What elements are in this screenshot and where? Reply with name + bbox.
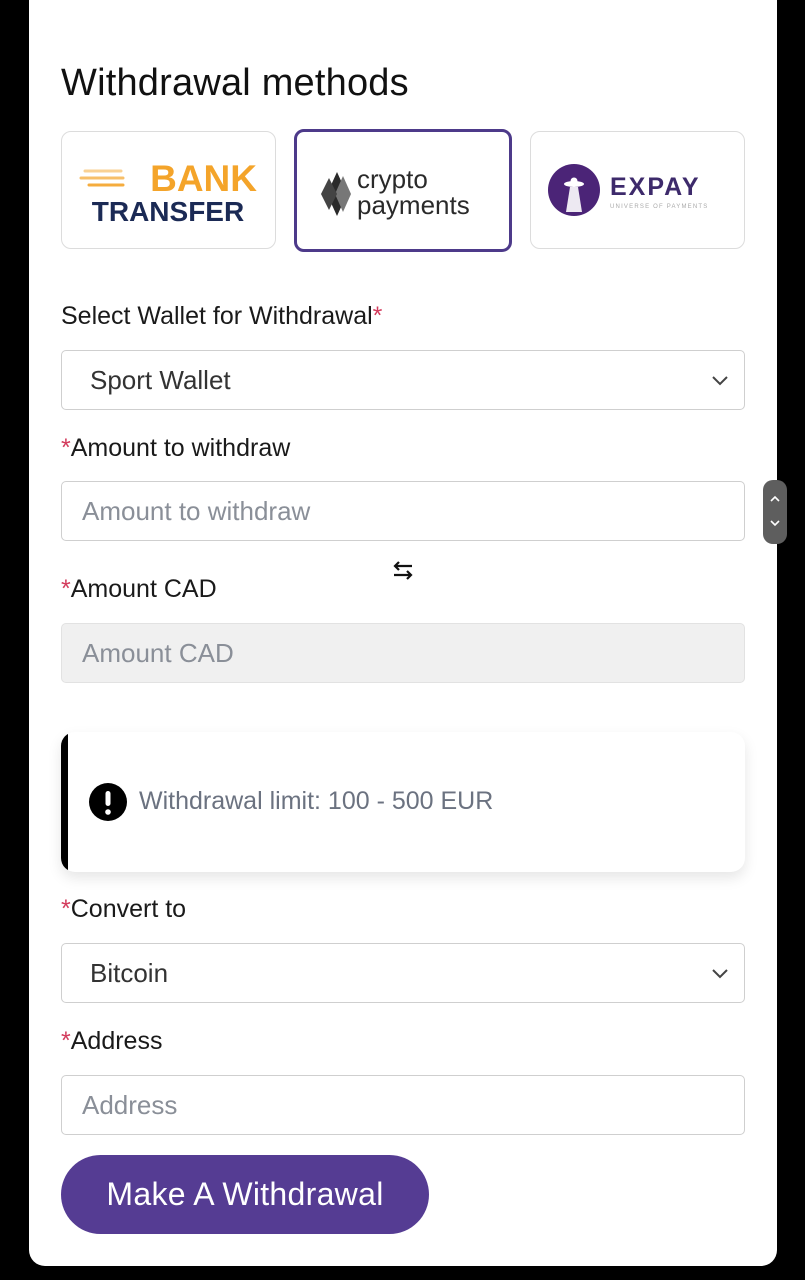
required-mark: * bbox=[61, 434, 71, 462]
address-label: *Address bbox=[61, 1027, 163, 1055]
chevron-up-icon[interactable] bbox=[769, 494, 781, 504]
address-input[interactable] bbox=[62, 1088, 744, 1122]
amount-cad-field bbox=[61, 623, 745, 683]
chevron-down-icon[interactable] bbox=[769, 518, 781, 528]
amount-label: *Amount to withdraw bbox=[61, 434, 291, 462]
exclamation-icon bbox=[89, 783, 127, 821]
notice-accent-bar bbox=[61, 732, 68, 872]
wallet-select-value: Sport Wallet bbox=[90, 364, 231, 395]
number-stepper[interactable] bbox=[763, 480, 787, 544]
notice-text: Withdrawal limit: 100 - 500 EUR bbox=[139, 787, 494, 815]
required-mark: * bbox=[61, 575, 71, 603]
wallet-label: Select Wallet for Withdrawal* bbox=[61, 302, 383, 330]
chevron-down-icon bbox=[712, 969, 728, 979]
withdrawal-limit-notice: Withdrawal limit: 100 - 500 EUR bbox=[61, 732, 745, 872]
page-title: Withdrawal methods bbox=[61, 62, 409, 104]
crypto-line2: payments bbox=[357, 190, 470, 220]
wallet-select[interactable]: Sport Wallet bbox=[61, 350, 745, 410]
amount-field[interactable] bbox=[61, 481, 745, 541]
bank-transfer-logo: BANK TRANSFER bbox=[79, 158, 257, 225]
chevron-down-icon bbox=[712, 376, 728, 386]
amount-cad-label: *Amount CAD bbox=[61, 575, 217, 603]
bank-line1: BANK bbox=[150, 158, 257, 199]
method-bank-transfer[interactable]: BANK TRANSFER bbox=[61, 131, 276, 249]
swap-icon[interactable] bbox=[391, 558, 415, 582]
method-crypto-payments[interactable]: crypto payments bbox=[294, 129, 512, 252]
bank-line2: TRANSFER bbox=[91, 196, 243, 225]
expay-text: EXPAY bbox=[610, 173, 701, 201]
convert-select-value: Bitcoin bbox=[90, 957, 169, 988]
expay-tagline: UNIVERSE OF PAYMENTS bbox=[610, 204, 708, 210]
address-field[interactable] bbox=[61, 1075, 745, 1135]
convert-label: *Convert to bbox=[61, 895, 187, 923]
method-expay[interactable]: EXPAY UNIVERSE OF PAYMENTS bbox=[530, 131, 745, 249]
amount-input[interactable] bbox=[62, 494, 744, 528]
expay-logo: EXPAY UNIVERSE OF PAYMENTS bbox=[547, 164, 708, 216]
required-mark: * bbox=[372, 302, 383, 330]
required-mark: * bbox=[61, 1027, 71, 1055]
amount-cad-input bbox=[62, 636, 744, 670]
make-withdrawal-button[interactable]: Make A Withdrawal bbox=[61, 1155, 429, 1234]
crypto-payments-logo: crypto payments bbox=[321, 164, 470, 220]
required-mark: * bbox=[61, 895, 71, 923]
convert-select[interactable]: Bitcoin bbox=[61, 943, 745, 1003]
